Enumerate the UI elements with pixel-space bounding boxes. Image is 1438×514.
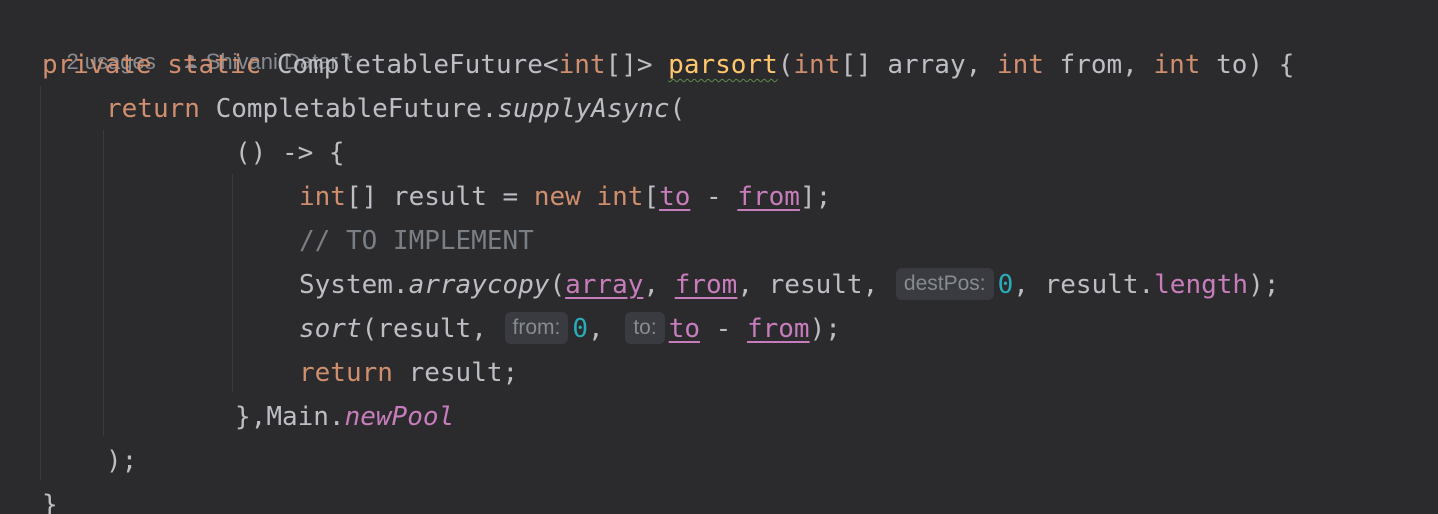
captured-variable[interactable]: from (675, 270, 738, 300)
declaration: [] result = (345, 182, 534, 212)
indent-guide (40, 86, 41, 480)
field-ref[interactable]: length (1154, 270, 1248, 300)
keyword: int (1153, 50, 1201, 80)
code-line-5[interactable]: // TO IMPLEMENT (299, 221, 534, 261)
comment: // TO IMPLEMENT (299, 226, 534, 256)
brace: }, (235, 402, 267, 432)
return-value: result; (392, 358, 519, 388)
method-call[interactable]: sort (299, 314, 362, 344)
paren: ( (669, 94, 686, 124)
keyword: int (558, 50, 606, 80)
paren: ( (777, 50, 794, 80)
bracket: [ (643, 182, 660, 212)
captured-variable[interactable]: array (565, 270, 643, 300)
comma: , (588, 314, 620, 344)
parameter: to) { (1200, 50, 1295, 80)
captured-variable[interactable]: from (747, 314, 810, 344)
type-name: []> (605, 50, 653, 80)
code-line-4[interactable]: int[] result = new int[to - from]; (299, 177, 831, 217)
argument: (result, (361, 314, 503, 344)
paren: ); (106, 446, 138, 476)
method-call[interactable]: supplyAsync (497, 94, 669, 124)
comma: , (643, 270, 675, 300)
indent-guide (103, 130, 104, 436)
code-line-3[interactable]: () -> { (235, 133, 345, 173)
code-line-1[interactable]: private static CompletableFuture<int[]> … (42, 45, 1294, 85)
parameter: [] array, (840, 50, 997, 80)
field-ref[interactable]: newPool (345, 402, 455, 432)
keyword: return (299, 358, 393, 388)
captured-variable[interactable]: to (659, 182, 690, 212)
argument: , result. (1013, 270, 1155, 300)
number-literal: 0 (997, 270, 1014, 300)
parameter-hint: to: (625, 311, 665, 344)
class-ref: CompletableFuture. (199, 94, 498, 124)
keyword: private (42, 50, 152, 80)
paren: ( (549, 270, 566, 300)
parameter: from, (1043, 50, 1154, 80)
class-ref: System. (299, 270, 409, 300)
paren: ); (1248, 270, 1280, 300)
code-line-2[interactable]: return CompletableFuture.supplyAsync( (106, 89, 685, 129)
keyword: int (996, 50, 1044, 80)
number-literal: 0 (572, 314, 589, 344)
code-editor[interactable]: 2 usages Shivani Datar * private static C… (0, 0, 1438, 514)
paren: ); (809, 314, 841, 344)
method-declaration[interactable]: parsort (668, 50, 778, 80)
keyword: int (596, 182, 644, 212)
captured-variable[interactable]: from (737, 182, 800, 212)
code-line-9[interactable]: },Main.newPool (235, 397, 454, 437)
operator: - (700, 314, 747, 344)
class-ref: Main. (266, 402, 345, 432)
brace: } (42, 490, 58, 514)
code-line-8[interactable]: return result; (299, 353, 518, 393)
bracket: ]; (799, 182, 832, 212)
lambda: () -> { (235, 138, 345, 168)
code-lens: 2 usages Shivani Datar * (42, 2, 352, 74)
code-line-11[interactable]: } (42, 485, 58, 514)
operator: - (690, 182, 738, 212)
captured-variable[interactable]: to (669, 314, 700, 344)
keyword: return (106, 94, 200, 124)
keyword: int (299, 182, 346, 212)
parameter-hint: destPos: (895, 267, 994, 300)
type-name: CompletableFuture< (276, 50, 559, 80)
keyword: new (533, 182, 581, 212)
code-line-7[interactable]: sort(result, from: 0, to: to - from); (299, 309, 841, 349)
argument: , result, (737, 270, 894, 300)
indent-guide (232, 174, 233, 392)
code-line-10[interactable]: ); (106, 441, 137, 481)
keyword: int (793, 50, 841, 80)
parameter-hint: from: (504, 311, 569, 344)
method-call[interactable]: arraycopy (409, 270, 550, 300)
keyword: static (167, 50, 262, 80)
code-line-6[interactable]: System.arraycopy(array, from, result, de… (299, 265, 1279, 305)
